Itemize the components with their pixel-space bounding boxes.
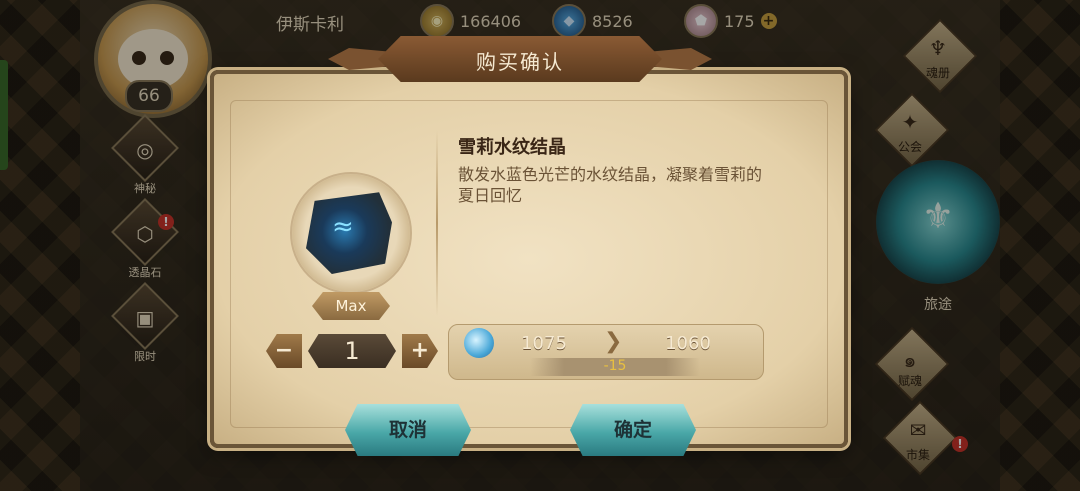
item-description: 散发水蓝色光芒的水纹结晶，凝聚着雪莉的夏日回忆 [458, 165, 763, 205]
cost-after: 1060 [665, 333, 711, 354]
cost-current: 1075 [521, 333, 567, 354]
arrow-right-icon: ❯ [604, 329, 623, 354]
dialog-title: 购买确认 [476, 50, 564, 74]
cancel-button[interactable]: 取消 [345, 404, 471, 456]
plus-icon: + [410, 338, 430, 363]
vertical-divider [436, 130, 438, 316]
dialog-title-banner: 购买确认 [328, 36, 712, 88]
cost-difference: -15 [603, 358, 627, 374]
water-splash-glyph: ≈ [332, 212, 354, 242]
item-name: 雪莉水纹结晶 [458, 137, 566, 158]
quantity-display: 1 [308, 334, 396, 368]
max-quantity-button[interactable]: Max [312, 292, 390, 320]
potion-currency-icon [464, 328, 494, 358]
confirm-button[interactable]: 确定 [570, 404, 696, 456]
